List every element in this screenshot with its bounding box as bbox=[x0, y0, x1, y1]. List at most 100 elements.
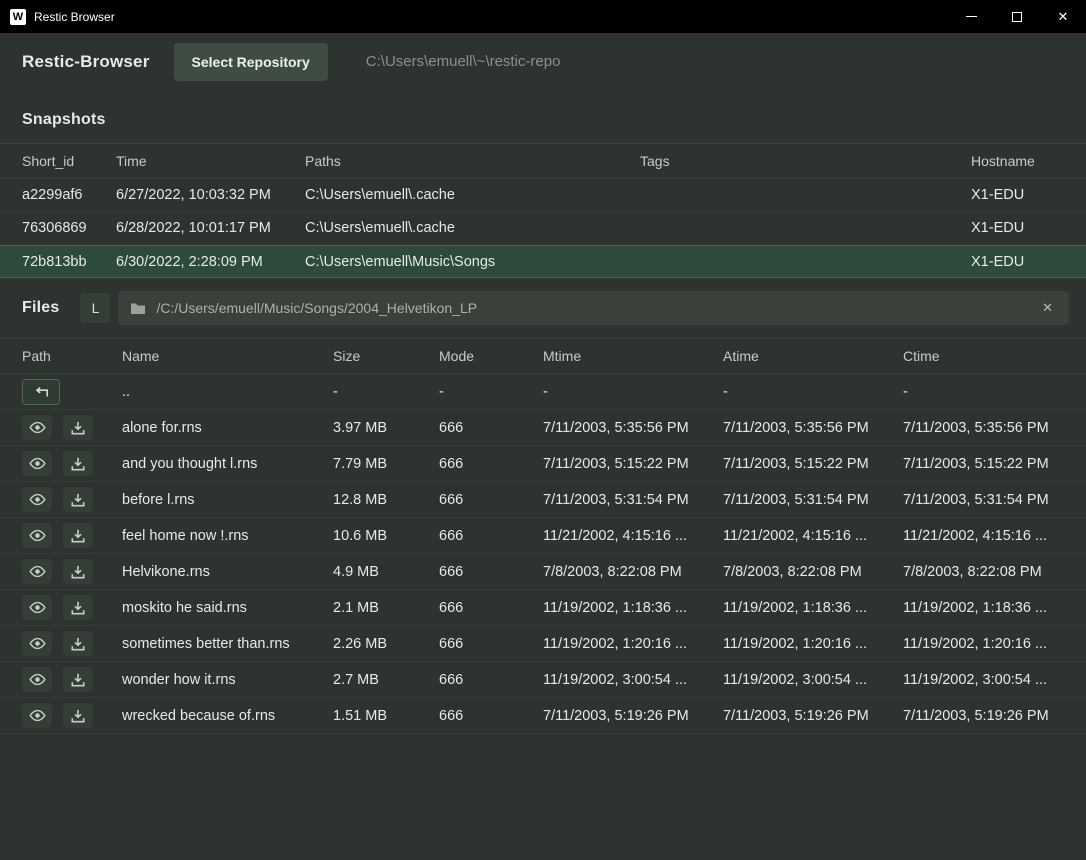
file-atime: 11/19/2002, 1:18:36 ... bbox=[723, 600, 903, 616]
select-repository-button[interactable]: Select Repository bbox=[174, 43, 328, 81]
file-row: alone for.rns 3.97 MB 666 7/11/2003, 5:3… bbox=[0, 410, 1086, 446]
preview-file-button[interactable] bbox=[22, 703, 52, 728]
file-mode: 666 bbox=[439, 672, 543, 688]
download-file-button[interactable] bbox=[63, 559, 93, 584]
parent-directory-mode: - bbox=[439, 384, 543, 400]
file-mode: 666 bbox=[439, 456, 543, 472]
tree-view-toggle-button[interactable]: L bbox=[80, 293, 110, 323]
file-atime: 7/11/2003, 5:31:54 PM bbox=[723, 492, 903, 508]
download-file-button[interactable] bbox=[63, 451, 93, 476]
preview-file-button[interactable] bbox=[22, 667, 52, 692]
file-row: and you thought l.rns 7.79 MB 666 7/11/2… bbox=[0, 446, 1086, 482]
file-name: wrecked because of.rns bbox=[122, 708, 333, 724]
download-icon bbox=[71, 529, 85, 543]
snapshots-rows: a2299af6 6/27/2022, 10:03:32 PM C:\Users… bbox=[0, 179, 1086, 278]
file-ctime: 11/19/2002, 3:00:54 ... bbox=[903, 672, 1064, 688]
file-size: 2.26 MB bbox=[333, 636, 439, 652]
parent-directory-size: - bbox=[333, 384, 439, 400]
app-name: Restic-Browser bbox=[22, 52, 150, 72]
download-icon bbox=[71, 421, 85, 435]
file-ctime: 7/8/2003, 8:22:08 PM bbox=[903, 564, 1064, 580]
snapshot-row[interactable]: a2299af6 6/27/2022, 10:03:32 PM C:\Users… bbox=[0, 179, 1086, 212]
file-name: and you thought l.rns bbox=[122, 456, 333, 472]
download-file-button[interactable] bbox=[63, 631, 93, 656]
window-title: Restic Browser bbox=[34, 10, 115, 24]
file-row: feel home now !.rns 10.6 MB 666 11/21/20… bbox=[0, 518, 1086, 554]
file-mtime: 11/19/2002, 1:18:36 ... bbox=[543, 600, 723, 616]
files-section-title: Files bbox=[22, 299, 59, 317]
close-button[interactable]: ✕ bbox=[1040, 0, 1086, 33]
download-icon bbox=[71, 637, 85, 651]
snapshot-row[interactable]: 72b813bb 6/30/2022, 2:28:09 PM C:\Users\… bbox=[0, 245, 1086, 278]
preview-file-button[interactable] bbox=[22, 487, 52, 512]
file-name: moskito he said.rns bbox=[122, 600, 333, 616]
snapshots-col-hostname: Hostname bbox=[971, 153, 1064, 169]
download-icon bbox=[71, 565, 85, 579]
snapshots-col-tags: Tags bbox=[640, 153, 971, 169]
file-mtime: 11/21/2002, 4:15:16 ... bbox=[543, 528, 723, 544]
preview-file-button[interactable] bbox=[22, 631, 52, 656]
file-ctime: 7/11/2003, 5:19:26 PM bbox=[903, 708, 1064, 724]
download-file-button[interactable] bbox=[63, 703, 93, 728]
files-table-header: Path Name Size Mode Mtime Atime Ctime bbox=[0, 338, 1086, 374]
preview-file-button[interactable] bbox=[22, 415, 52, 440]
file-ctime: 7/11/2003, 5:15:22 PM bbox=[903, 456, 1064, 472]
download-file-button[interactable] bbox=[63, 595, 93, 620]
preview-file-button[interactable] bbox=[22, 451, 52, 476]
file-atime: 7/11/2003, 5:19:26 PM bbox=[723, 708, 903, 724]
eye-icon bbox=[29, 457, 46, 470]
download-icon bbox=[71, 673, 85, 687]
tree-view-icon: L bbox=[92, 300, 100, 316]
files-col-size: Size bbox=[333, 348, 439, 364]
file-actions bbox=[22, 523, 122, 548]
snapshot-row[interactable]: 76306869 6/28/2022, 10:01:17 PM C:\Users… bbox=[0, 212, 1086, 245]
close-icon: ✕ bbox=[1058, 9, 1069, 25]
preview-file-button[interactable] bbox=[22, 595, 52, 620]
files-col-atime: Atime bbox=[723, 348, 903, 364]
download-file-button[interactable] bbox=[63, 523, 93, 548]
file-mode: 666 bbox=[439, 708, 543, 724]
preview-file-button[interactable] bbox=[22, 559, 52, 584]
download-file-button[interactable] bbox=[63, 667, 93, 692]
download-file-button[interactable] bbox=[63, 415, 93, 440]
file-mode: 666 bbox=[439, 420, 543, 436]
file-mode: 666 bbox=[439, 636, 543, 652]
minimize-icon bbox=[966, 16, 977, 17]
minimize-button[interactable] bbox=[948, 0, 994, 33]
eye-icon bbox=[29, 709, 46, 722]
preview-file-button[interactable] bbox=[22, 523, 52, 548]
file-ctime: 11/19/2002, 1:20:16 ... bbox=[903, 636, 1064, 652]
snapshots-col-short-id: Short_id bbox=[22, 153, 116, 169]
file-size: 10.6 MB bbox=[333, 528, 439, 544]
files-col-mtime: Mtime bbox=[543, 348, 723, 364]
file-name: sometimes better than.rns bbox=[122, 636, 333, 652]
file-row: before l.rns 12.8 MB 666 7/11/2003, 5:31… bbox=[0, 482, 1086, 518]
file-atime: 7/11/2003, 5:35:56 PM bbox=[723, 420, 903, 436]
maximize-button[interactable] bbox=[994, 0, 1040, 33]
eye-icon bbox=[29, 421, 46, 434]
parent-directory-ctime: - bbox=[903, 384, 1064, 400]
snapshot-paths: C:\Users\emuell\.cache bbox=[305, 187, 640, 203]
snapshot-short-id: a2299af6 bbox=[22, 187, 116, 203]
current-path-text: /C:/Users/emuell/Music/Songs/2004_Helvet… bbox=[156, 300, 1028, 316]
current-path-field[interactable]: /C:/Users/emuell/Music/Songs/2004_Helvet… bbox=[118, 291, 1069, 325]
folder-icon bbox=[130, 302, 146, 315]
clear-path-button[interactable]: ✕ bbox=[1038, 298, 1057, 318]
file-atime: 11/19/2002, 1:20:16 ... bbox=[723, 636, 903, 652]
parent-directory-actions bbox=[22, 379, 122, 405]
file-name: Helvikone.rns bbox=[122, 564, 333, 580]
file-ctime: 7/11/2003, 5:31:54 PM bbox=[903, 492, 1064, 508]
parent-directory-row: .. - - - - - bbox=[0, 374, 1086, 410]
file-mtime: 7/8/2003, 8:22:08 PM bbox=[543, 564, 723, 580]
file-actions bbox=[22, 559, 122, 584]
files-col-ctime: Ctime bbox=[903, 348, 1064, 364]
download-icon bbox=[71, 601, 85, 615]
download-file-button[interactable] bbox=[63, 487, 93, 512]
file-mtime: 7/11/2003, 5:35:56 PM bbox=[543, 420, 723, 436]
snapshot-paths: C:\Users\emuell\.cache bbox=[305, 220, 640, 236]
eye-icon bbox=[29, 601, 46, 614]
files-bar: Files L /C:/Users/emuell/Music/Songs/200… bbox=[0, 278, 1086, 338]
go-to-parent-button[interactable] bbox=[22, 379, 60, 405]
snapshot-hostname: X1-EDU bbox=[971, 187, 1064, 203]
file-mtime: 11/19/2002, 3:00:54 ... bbox=[543, 672, 723, 688]
